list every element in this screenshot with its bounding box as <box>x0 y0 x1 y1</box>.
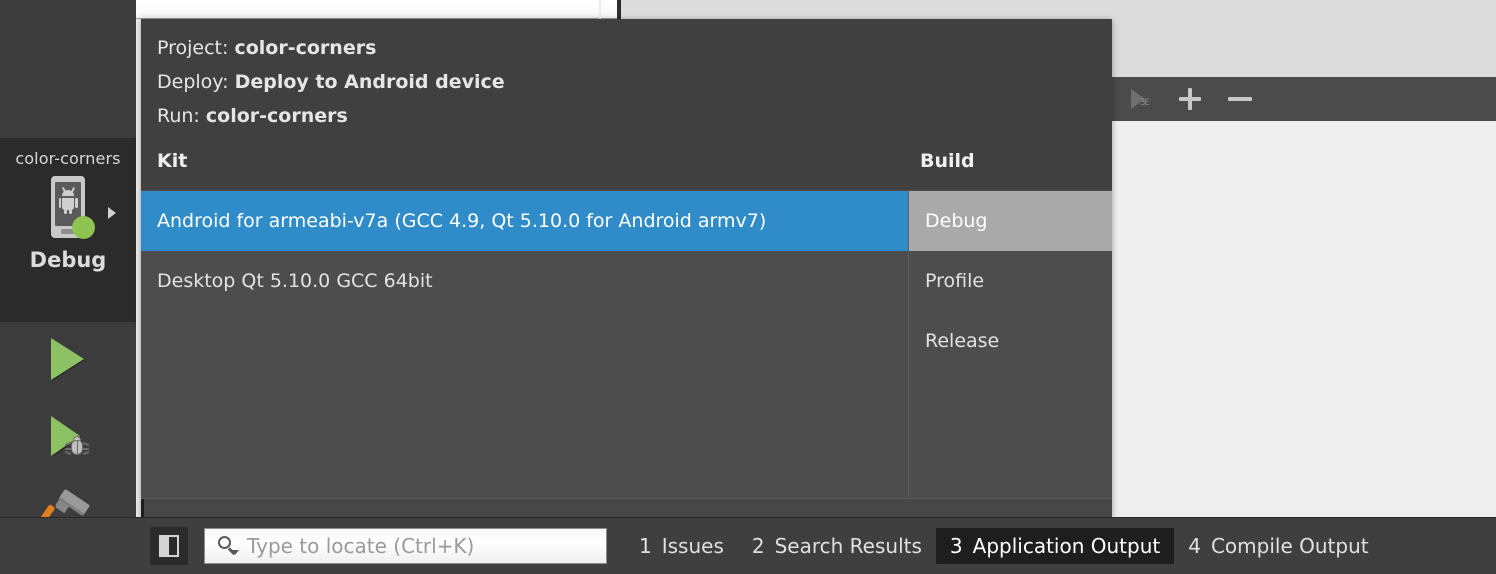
run-button[interactable] <box>39 330 97 388</box>
summary-deploy-label: Deploy: <box>157 71 229 94</box>
column-header-build: Build <box>920 149 975 172</box>
tab-compile-output[interactable]: 4 Compile Output <box>1174 528 1382 564</box>
bug-leg-shape <box>82 451 90 455</box>
bug-leg-shape <box>83 448 89 450</box>
editor-area-background-secondary <box>601 0 617 19</box>
chevron-down-icon <box>231 550 239 555</box>
popup-summary: Project: color-corners Deploy: Deploy to… <box>141 19 1112 140</box>
tab-application-output-label: Application Output <box>972 534 1161 558</box>
bug-leg-shape <box>82 442 90 446</box>
bug-split-shape <box>76 441 78 455</box>
build-list: Debug Profile Release <box>909 190 1112 371</box>
build-list-item[interactable]: Debug <box>909 190 1112 251</box>
android-robot-icon <box>58 187 78 214</box>
summary-project-line: Project: color-corners <box>157 31 1112 65</box>
summary-project-label: Project: <box>157 37 229 59</box>
kit-icon-row <box>0 176 136 244</box>
search-icon <box>217 535 239 557</box>
popup-footer-tick <box>141 499 144 518</box>
add-icon[interactable] <box>1176 85 1204 113</box>
popup-lists: Android for armeabi-v7a (GCC 4.9, Qt 5.1… <box>141 190 1112 504</box>
tab-search-results-label: Search Results <box>774 534 922 558</box>
robot-head-shape <box>62 190 74 196</box>
locator-input[interactable]: Type to locate (Ctrl+K) <box>204 528 607 564</box>
tab-search-results-number: 2 <box>751 534 765 558</box>
run-disabled-icon: 3E <box>1128 86 1154 112</box>
popup-footer <box>141 498 1112 518</box>
remove-icon[interactable] <box>1226 85 1254 113</box>
build-list-item[interactable]: Profile <box>909 251 1112 311</box>
robot-leg-left-shape <box>64 207 67 214</box>
tab-issues-label: Issues <box>661 534 724 558</box>
kit-list: Android for armeabi-v7a (GCC 4.9, Qt 5.1… <box>141 190 908 311</box>
target-selector-popup: Project: color-corners Deploy: Deploy to… <box>141 19 1112 518</box>
sidebar-toggle-button[interactable] <box>150 527 188 565</box>
robot-arm-right-shape <box>75 198 78 208</box>
device-status-dot <box>72 216 95 239</box>
sidebar-toggle-fill-shape <box>161 537 169 555</box>
chevron-right-icon <box>108 207 116 219</box>
tab-application-output[interactable]: 3 Application Output <box>935 528 1175 564</box>
robot-arm-left-shape <box>58 198 61 208</box>
summary-run-line: Run: color-corners <box>157 99 1112 133</box>
summary-run-label: Run: <box>157 105 200 128</box>
application-window: 3E color-corners Debug Project: color-co… <box>0 0 1496 574</box>
right-toolbar-icons: 3E <box>1128 80 1254 118</box>
summary-deploy-line: Deploy: Deploy to Android device <box>157 65 1112 99</box>
run-step-glyph: 3E <box>1140 98 1150 108</box>
debug-button[interactable] <box>39 408 97 466</box>
bug-icon <box>64 436 90 458</box>
tab-issues-number: 1 <box>639 534 652 558</box>
column-header-kit: Kit <box>157 149 188 172</box>
kit-project-name: color-corners <box>15 149 121 168</box>
summary-project-value: color-corners <box>234 37 377 59</box>
tab-compile-output-label: Compile Output <box>1210 534 1369 558</box>
tab-compile-output-number: 4 <box>1188 534 1201 558</box>
android-device-icon <box>45 176 95 244</box>
mode-button-group <box>0 330 136 544</box>
kit-selector-button[interactable]: color-corners Debug <box>0 138 136 322</box>
output-pane-tabs: 1 Issues 2 Search Results 3 Application … <box>625 528 1383 564</box>
tab-issues[interactable]: 1 Issues <box>625 528 738 564</box>
kit-build-config-name: Debug <box>29 248 107 272</box>
sidebar-toggle-icon <box>159 535 179 557</box>
locator-placeholder: Type to locate (Ctrl+K) <box>247 534 475 558</box>
status-bar: Type to locate (Ctrl+K) 1 Issues 2 Searc… <box>0 517 1496 574</box>
summary-run-value: color-corners <box>205 105 348 128</box>
bug-leg-shape <box>64 451 72 455</box>
tab-application-output-number: 3 <box>949 534 963 558</box>
play-icon <box>51 338 84 380</box>
robot-leg-right-shape <box>69 207 72 214</box>
summary-deploy-value: Deploy to Android device <box>234 71 505 94</box>
tab-search-results[interactable]: 2 Search Results <box>738 528 936 564</box>
build-list-item[interactable]: Release <box>909 311 1112 371</box>
popup-column-headers: Kit Build <box>141 139 1112 191</box>
kit-list-item[interactable]: Android for armeabi-v7a (GCC 4.9, Qt 5.1… <box>141 190 908 251</box>
editor-area-background <box>136 0 599 19</box>
kit-list-item[interactable]: Desktop Qt 5.10.0 GCC 64bit <box>141 251 908 311</box>
